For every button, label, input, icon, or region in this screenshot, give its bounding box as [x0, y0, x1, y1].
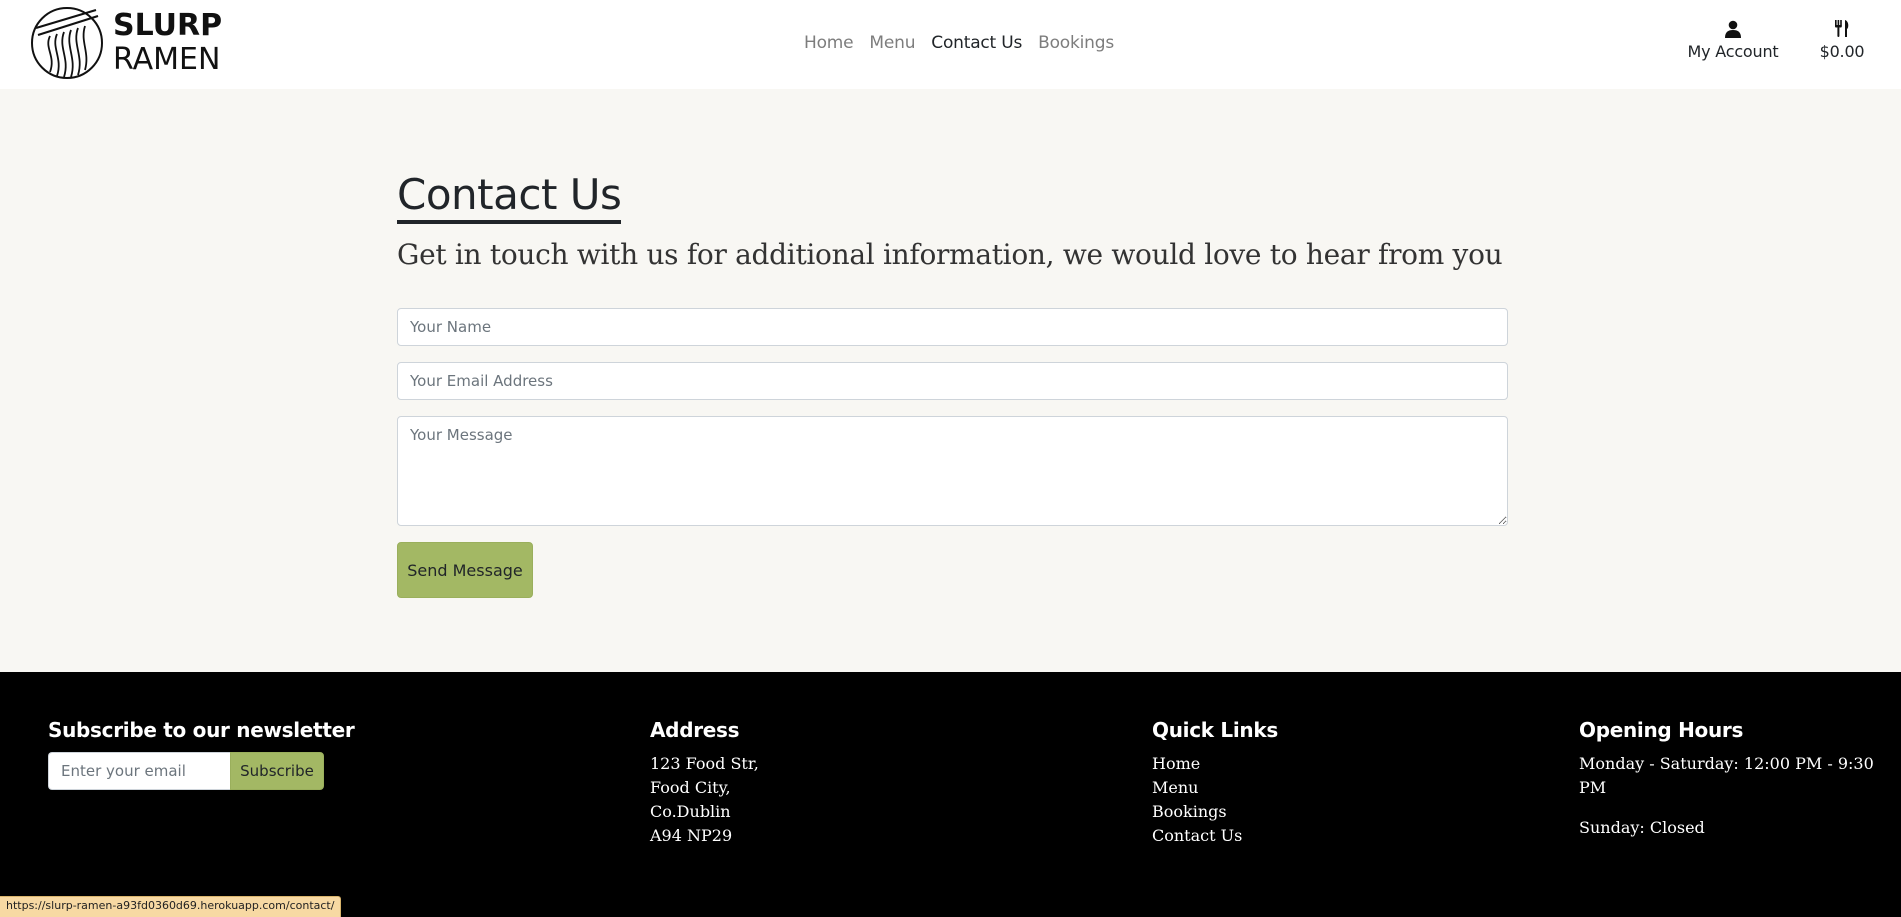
quick-links-heading: Quick Links — [1152, 718, 1278, 742]
footer-link-home[interactable]: Home — [1152, 752, 1278, 776]
browser-status-url: https://slurp-ramen-a93fd0360d69.herokua… — [0, 896, 342, 917]
address-heading: Address — [650, 718, 740, 742]
nav-link-bookings[interactable]: Bookings — [1038, 33, 1114, 53]
footer-link-contact-us[interactable]: Contact Us — [1152, 824, 1278, 848]
footer-quick-links: Quick Links Home Menu Bookings Contact U… — [1152, 718, 1278, 848]
main-nav: Home Menu Contact Us Bookings — [0, 33, 1901, 53]
page-subtitle: Get in touch with us for additional info… — [397, 238, 1503, 272]
subscribe-button[interactable]: Subscribe — [230, 752, 324, 790]
user-icon — [1725, 20, 1741, 38]
name-input[interactable] — [397, 308, 1508, 347]
footer-newsletter: Subscribe to our newsletter Subscribe — [48, 718, 355, 790]
newsletter-heading: Subscribe to our newsletter — [48, 718, 355, 742]
sunday-hours: Sunday: Closed — [1579, 818, 1705, 837]
weekday-hours: Monday - Saturday: 12:00 PM - 9:30 PM — [1579, 754, 1874, 797]
email-input[interactable] — [397, 362, 1508, 401]
message-textarea[interactable] — [397, 416, 1508, 527]
navbar: SLURP RAMEN Home Menu Contact Us Booking… — [0, 0, 1901, 89]
contact-section: Contact Us Get in touch with us for addi… — [397, 170, 1508, 599]
my-account-link[interactable]: My Account — [1678, 18, 1788, 61]
utensils-icon — [1835, 20, 1849, 37]
cart-total: $0.00 — [1819, 42, 1865, 61]
cart-link[interactable]: $0.00 — [1812, 18, 1872, 61]
footer-link-bookings[interactable]: Bookings — [1152, 800, 1278, 824]
send-message-button[interactable]: Send Message — [397, 542, 533, 599]
contact-form: Send Message — [397, 308, 1508, 599]
newsletter-form: Subscribe — [48, 752, 354, 790]
nav-link-home[interactable]: Home — [804, 33, 854, 53]
nav-link-contact-us[interactable]: Contact Us — [931, 33, 1022, 53]
footer-link-menu[interactable]: Menu — [1152, 776, 1278, 800]
page-title: Contact Us — [397, 170, 622, 225]
address-line: Co.Dublin — [650, 802, 731, 821]
newsletter-email-input[interactable] — [48, 752, 230, 790]
nav-link-menu[interactable]: Menu — [869, 33, 915, 53]
footer-opening-hours: Opening Hours Monday - Saturday: 12:00 P… — [1579, 718, 1879, 840]
address-line: Food City, — [650, 778, 731, 797]
address-line: A94 NP29 — [650, 826, 733, 845]
footer-address: Address 123 Food Str, Food City, Co.Dubl… — [650, 718, 759, 848]
my-account-label: My Account — [1687, 42, 1779, 61]
opening-hours-heading: Opening Hours — [1579, 718, 1744, 742]
address-line: 123 Food Str, — [650, 754, 759, 773]
footer: Subscribe to our newsletter Subscribe Ad… — [0, 672, 1901, 917]
